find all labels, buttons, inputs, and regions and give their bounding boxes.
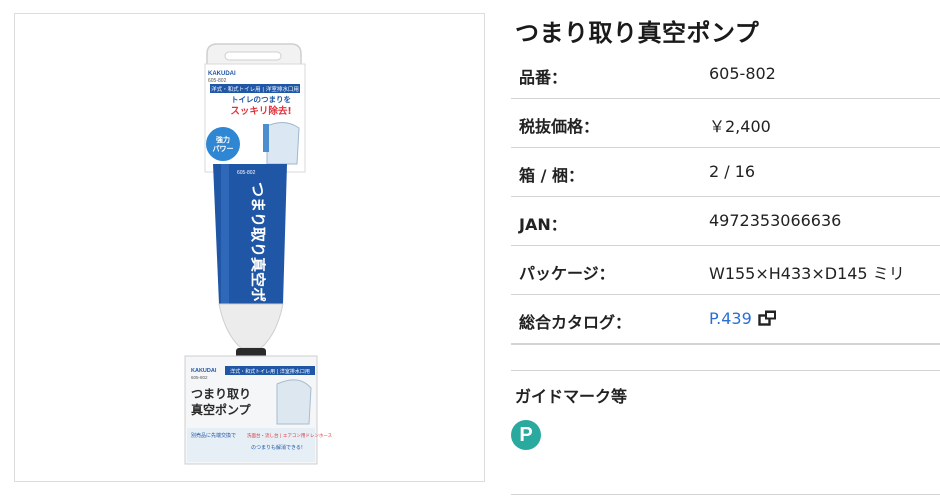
spec-table: 品番： 605-802 税抜価格： ￥2,400 箱 / 梱： 2 / 16 J…: [511, 50, 940, 344]
spec-value: 605-802: [709, 64, 776, 83]
base-note-3: のつまりも解消できる!: [251, 444, 303, 451]
spec-label: 箱 / 梱：: [519, 166, 584, 185]
spec-label: 総合カタログ：: [519, 313, 632, 332]
spec-row-jan: JAN： 4972353066636: [511, 197, 940, 246]
badge-line-1: 強力: [216, 135, 230, 144]
toilet-illustration: [266, 122, 300, 165]
base-tag: 洋式・和式トイレ用 | 洋室排水口用: [230, 368, 310, 375]
spec-value: P.439: [709, 309, 778, 328]
base-model: 605-802: [191, 375, 208, 380]
catalog-page-link[interactable]: P.439: [709, 309, 752, 328]
package-top-banner: 洋式・和式トイレ用 | 洋室排水口用: [211, 85, 299, 93]
plunger-nozzle: [218, 303, 284, 349]
product-title: つまり取り真空ポンプ: [515, 19, 760, 47]
base-note-1: 別売品に先端交換で: [191, 432, 236, 439]
external-window-icon[interactable]: [758, 309, 778, 327]
spec-value: 2 / 16: [709, 162, 756, 181]
product-image: KAKUDAI 605-802 洋式・和式トイレ用 | 洋室排水口用 トイレのつ…: [184, 43, 333, 465]
spec-row-package: パッケージ： W155×H433×D145 ミリ: [511, 246, 940, 295]
package-brand: KAKUDAI: [208, 71, 236, 77]
spec-label: 税抜価格：: [519, 117, 600, 136]
section-divider: [511, 370, 940, 371]
spec-label: JAN：: [519, 215, 567, 234]
tube-model: 605-802: [237, 170, 256, 176]
base-brand: KAKUDAI: [191, 368, 217, 374]
base-title-2: 真空ポンプ: [191, 402, 252, 417]
spec-row-product-number: 品番： 605-802: [511, 50, 940, 99]
spec-row-price: 税抜価格： ￥2,400: [511, 99, 940, 148]
p-mark-icon: P: [511, 420, 541, 450]
section-divider: [511, 494, 940, 495]
spec-row-catalog: 総合カタログ： P.439: [511, 295, 940, 344]
spec-row-box-case: 箱 / 梱： 2 / 16: [511, 148, 940, 197]
spec-value: 4972353066636: [709, 211, 842, 230]
section-divider: [511, 344, 940, 345]
spec-label: 品番：: [519, 68, 568, 87]
package-model: 605-802: [208, 78, 227, 84]
spec-value: ￥2,400: [709, 117, 771, 136]
spec-label: パッケージ：: [519, 264, 615, 283]
product-image-frame: KAKUDAI 605-802 洋式・和式トイレ用 | 洋室排水口用 トイレのつ…: [14, 13, 485, 482]
guide-marks-title: ガイドマーク等: [515, 387, 628, 406]
power-badge: [206, 127, 240, 161]
base-note-2: 洗面台・流し台 | エアコン用ドレンホース: [247, 432, 333, 439]
spec-value: W155×H433×D145 ミリ: [709, 264, 905, 283]
package-headline-2: スッキリ除去!: [230, 105, 291, 117]
package-headline-1: トイレのつまりを: [231, 95, 291, 104]
base-title-1: つまり取り: [191, 387, 251, 401]
badge-line-2: パワー: [213, 144, 234, 153]
